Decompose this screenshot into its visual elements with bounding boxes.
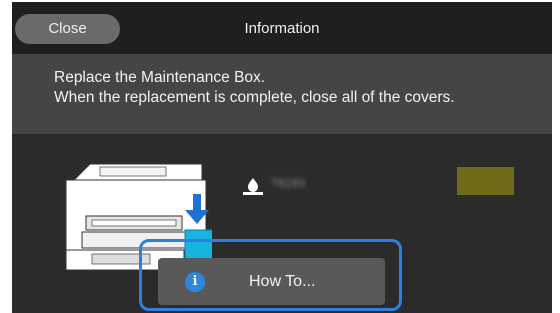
how-to-label: How To... xyxy=(249,273,316,290)
info-icon: i xyxy=(185,272,205,292)
header-bar: Close Information xyxy=(12,2,552,54)
message-panel: Replace the Maintenance Box. When the re… xyxy=(12,54,552,134)
ink-level-bar xyxy=(457,167,514,195)
ink-drop-icon xyxy=(243,178,263,195)
message-line-2: When the replacement is complete, close … xyxy=(54,89,455,106)
ink-name-label: T6193 xyxy=(271,176,306,190)
message-line-1: Replace the Maintenance Box. xyxy=(54,69,266,86)
close-button[interactable]: Close xyxy=(15,14,120,44)
how-to-button[interactable]: i How To... xyxy=(158,258,385,305)
